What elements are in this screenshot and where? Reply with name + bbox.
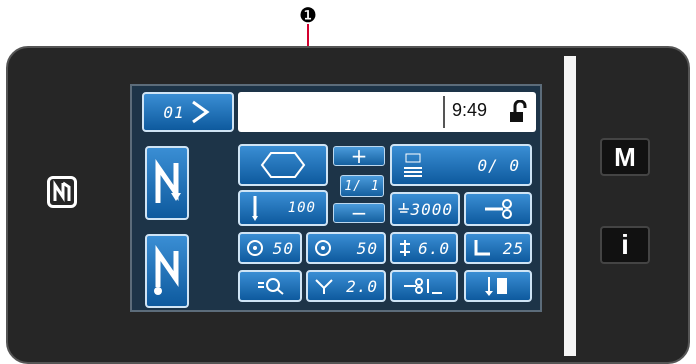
tack-down-button[interactable]: − xyxy=(333,201,385,225)
sewing-mode-button[interactable] xyxy=(145,146,189,220)
sewing-mode-button-2[interactable] xyxy=(145,234,189,308)
stitch-count-value: 100 xyxy=(287,200,316,216)
counter-button[interactable]: 0/ 0 xyxy=(390,144,532,186)
nfc-icon xyxy=(47,176,77,208)
shape-button[interactable] xyxy=(238,144,328,186)
status-separator xyxy=(443,96,445,128)
speed-button[interactable]: 3000 xyxy=(390,192,460,226)
stitch-count-button[interactable]: 100 xyxy=(238,190,328,226)
tack-count-value: 1/ 1 xyxy=(344,178,380,194)
pattern-search-button[interactable] xyxy=(238,270,302,302)
pattern-number: 01 xyxy=(163,102,185,122)
speed-value: 3000 xyxy=(410,199,453,219)
thread-trim-button[interactable] xyxy=(464,192,532,226)
callout-marker: ❶ xyxy=(299,3,317,27)
presser-button[interactable]: 25 xyxy=(464,232,532,264)
search-icon xyxy=(258,278,284,295)
stitch-mode-2-icon xyxy=(154,244,179,295)
backtack-icon xyxy=(485,277,507,296)
needle-thread-right-button[interactable]: 50 xyxy=(306,232,386,264)
presser-foot-icon xyxy=(474,240,490,256)
needle-icon xyxy=(252,196,258,221)
info-key[interactable]: i xyxy=(600,226,650,264)
counter-icon xyxy=(404,153,422,177)
needle-thread-left-button[interactable]: 50 xyxy=(238,232,302,264)
thread-tension-button[interactable]: 2.0 xyxy=(306,270,386,302)
hexagon-icon xyxy=(260,152,306,178)
time-display: 9:49 xyxy=(452,100,488,120)
scissors-icon xyxy=(485,199,512,219)
trim-icon xyxy=(404,278,442,294)
needle-thread-right-value: 50 xyxy=(356,238,378,258)
tension-icon xyxy=(315,279,333,294)
thread-spool-right-icon xyxy=(315,240,331,256)
pattern-number-button[interactable]: 01 xyxy=(142,92,234,132)
trim-setting-button[interactable] xyxy=(390,270,458,302)
tack-up-button[interactable]: + xyxy=(333,144,385,168)
backtack-button[interactable] xyxy=(464,270,532,302)
stitch-length-button[interactable]: 6.0 xyxy=(390,232,458,264)
stitch-length-value: 6.0 xyxy=(418,238,450,258)
stitch-length-icon xyxy=(400,240,410,256)
thread-spool-icon xyxy=(247,240,263,256)
needle-thread-left-value: 50 xyxy=(272,238,294,258)
counter-value: 0/ 0 xyxy=(477,155,520,175)
unlocked-padlock-icon[interactable] xyxy=(508,99,528,124)
m-key[interactable]: M xyxy=(600,138,650,176)
speed-icon xyxy=(398,203,409,213)
panel-divider xyxy=(564,56,576,356)
thread-tension-value: 2.0 xyxy=(346,276,378,296)
presser-value: 25 xyxy=(502,238,524,258)
pattern-arrow-icon xyxy=(191,100,210,124)
stitch-mode-icon xyxy=(155,158,181,203)
tack-count-button[interactable]: 1/ 1 xyxy=(340,175,384,197)
